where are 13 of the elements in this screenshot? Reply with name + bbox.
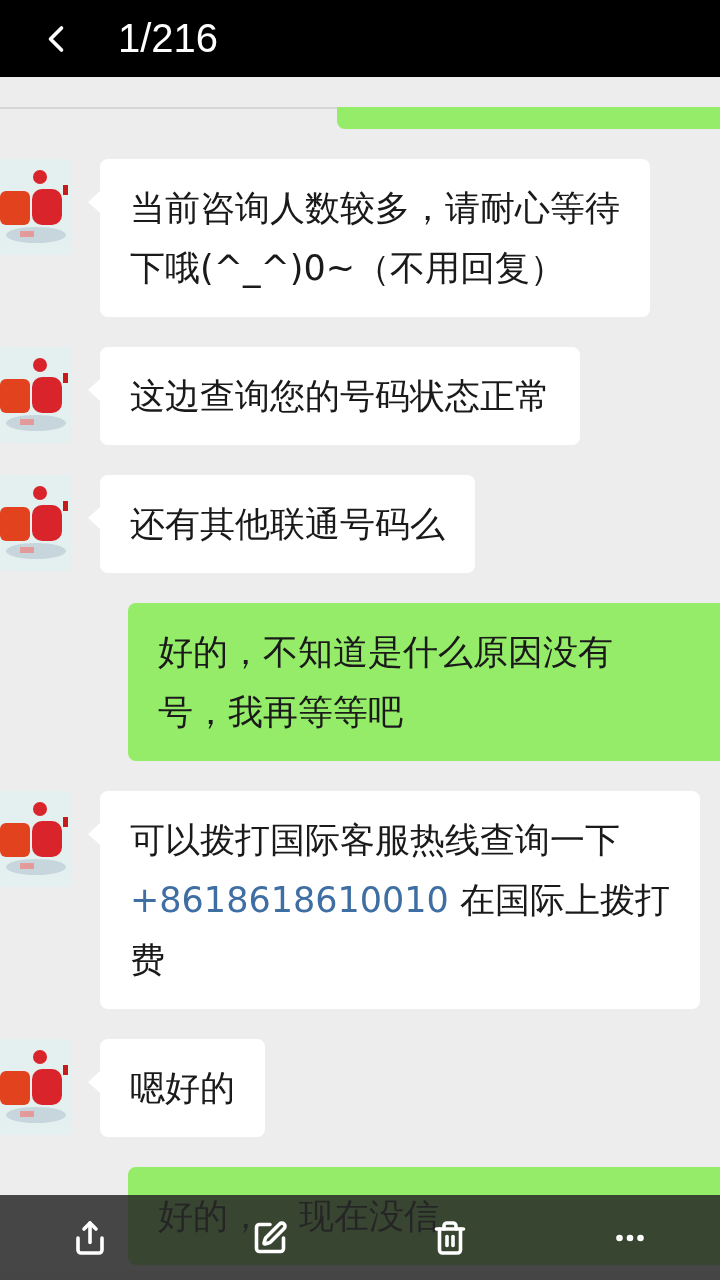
message-text: 费: [130, 939, 165, 982]
message-text: 号，我再等等吧: [158, 691, 403, 734]
message-text: 这边查询您的号码状态正常: [130, 375, 550, 418]
phone-link[interactable]: +8618618610010: [130, 880, 449, 920]
message-text: 下哦(^_^)0~（不用回复）: [130, 247, 566, 290]
message-text: 好的，不知道是什么原因没有: [158, 631, 613, 674]
message-text: 可以拨打国际客服热线查询一下: [130, 819, 620, 862]
message-text: 当前咨询人数较多，请耐心等待: [130, 187, 620, 230]
message-text: 嗯好的: [130, 1067, 235, 1110]
message-text: 在国际上拨打: [458, 880, 670, 920]
edit-icon[interactable]: [252, 1219, 288, 1256]
message-text: 还有其他联通号码么: [130, 503, 445, 546]
image-counter: 1/216: [118, 16, 219, 61]
